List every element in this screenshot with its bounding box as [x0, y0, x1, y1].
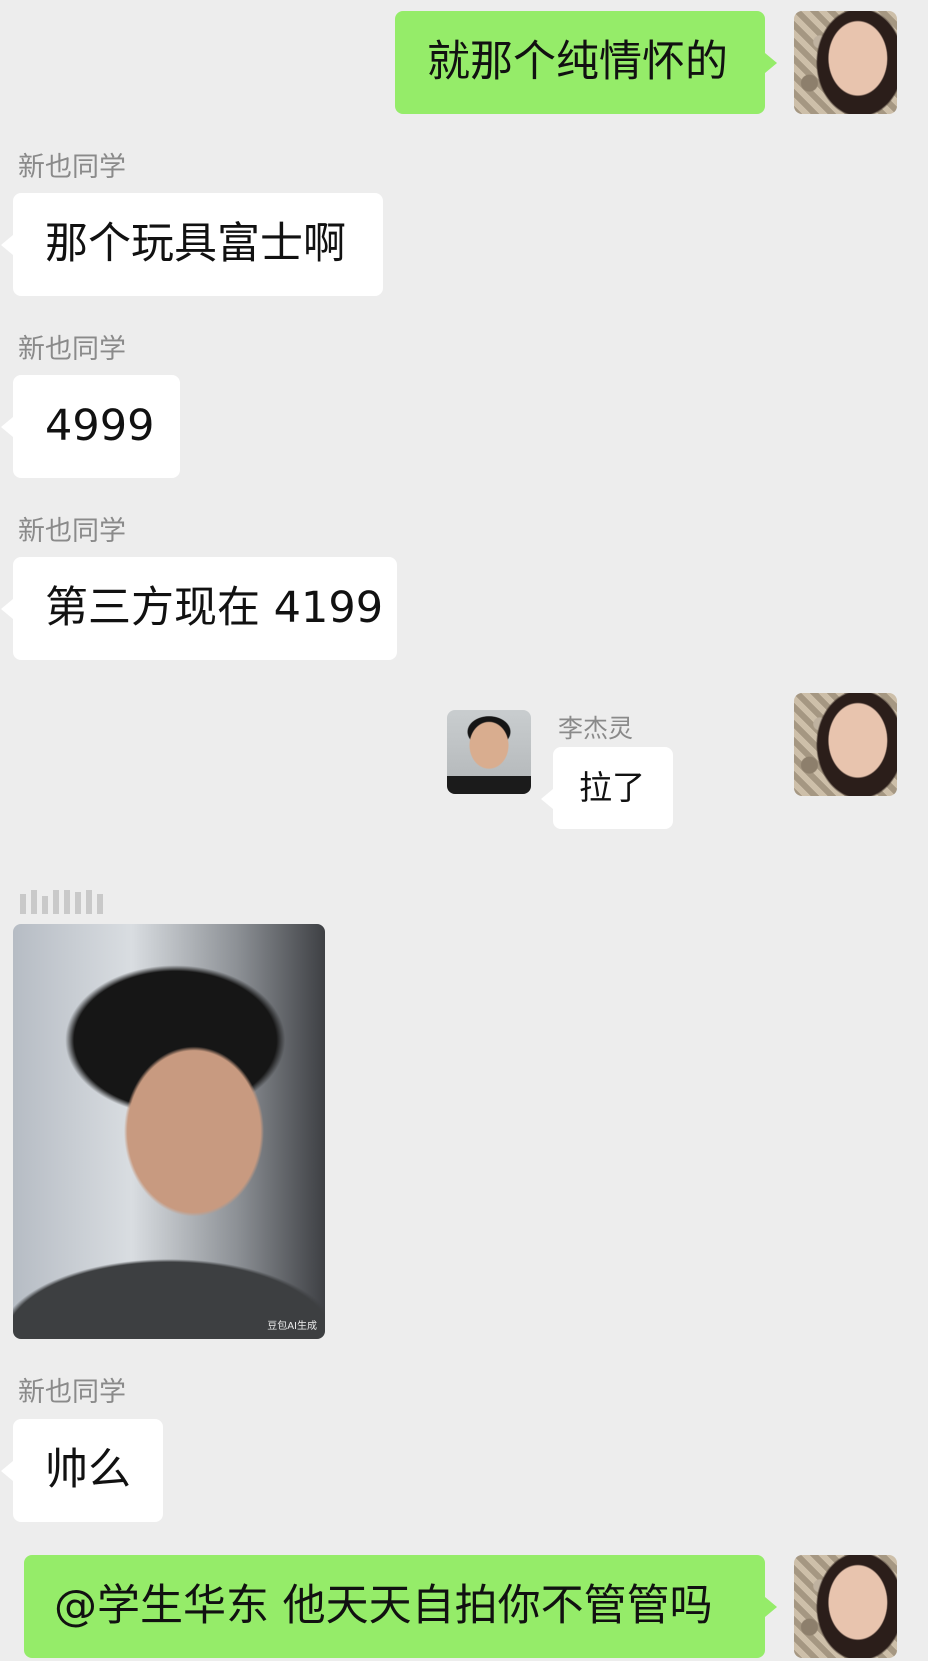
message-text: 帅么	[45, 1445, 131, 1495]
self-avatar[interactable]	[794, 11, 897, 114]
message-text: 就那个纯情怀的	[427, 37, 728, 87]
message-text: 第三方现在 4199	[45, 583, 384, 633]
quoted-sender-name: 李杰灵	[558, 714, 634, 743]
message-bubble-received[interactable]: 第三方现在 4199	[1, 557, 397, 660]
message-bubble-received[interactable]: 那个玩具富士啊	[1, 193, 383, 296]
quoted-avatar	[447, 710, 531, 794]
sender-name: 新也同学	[18, 334, 126, 365]
quoted-message-bubble: 拉了	[541, 747, 673, 829]
message-text: 那个玩具富士啊	[45, 219, 346, 269]
message-bubble-sent[interactable]: @学生华东 他天天自拍你不管管吗	[24, 1555, 777, 1658]
sender-name: 新也同学	[18, 516, 126, 547]
sender-name: 新也同学	[18, 1377, 126, 1408]
self-avatar[interactable]	[794, 693, 897, 796]
blurred-sender-name	[20, 888, 103, 914]
self-avatar[interactable]	[794, 1555, 897, 1658]
message-bubble-sent[interactable]: 就那个纯情怀的	[395, 11, 777, 114]
message-text: @学生华东 他天天自拍你不管管吗	[54, 1581, 713, 1631]
quoted-message-text: 拉了	[579, 768, 645, 807]
message-bubble-received[interactable]: 帅么	[1, 1419, 163, 1522]
message-text: 4999	[45, 401, 155, 451]
ai-generated-watermark: 豆包AI生成	[267, 1321, 317, 1332]
message-bubble-received[interactable]: 4999	[1, 375, 180, 478]
sender-name: 新也同学	[18, 152, 126, 183]
shared-photo[interactable]: 豆包AI生成	[13, 924, 325, 1339]
